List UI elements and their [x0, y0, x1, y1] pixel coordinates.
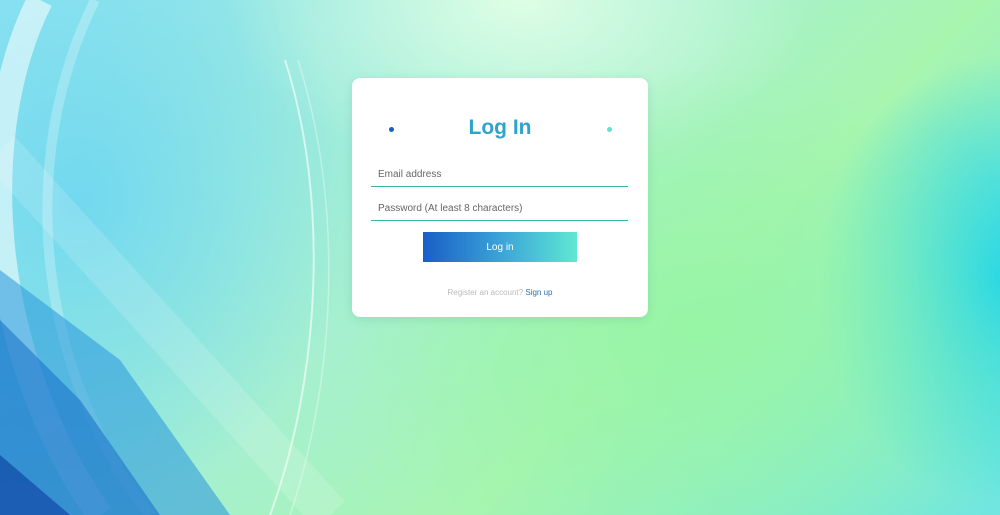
login-button[interactable]: Log in — [423, 232, 577, 262]
email-field[interactable] — [371, 163, 628, 187]
page-title: Log In — [468, 116, 532, 139]
password-field[interactable] — [371, 197, 628, 221]
signup-link[interactable]: Sign up — [525, 288, 552, 297]
login-page: Log In Log in Register an account? Sign … — [0, 0, 1000, 515]
login-card: Log In Log in Register an account? Sign … — [352, 78, 648, 317]
decorative-dot-right — [607, 127, 612, 132]
register-prompt: Register an account? Sign up — [352, 288, 648, 297]
register-prompt-text: Register an account? — [447, 288, 524, 297]
